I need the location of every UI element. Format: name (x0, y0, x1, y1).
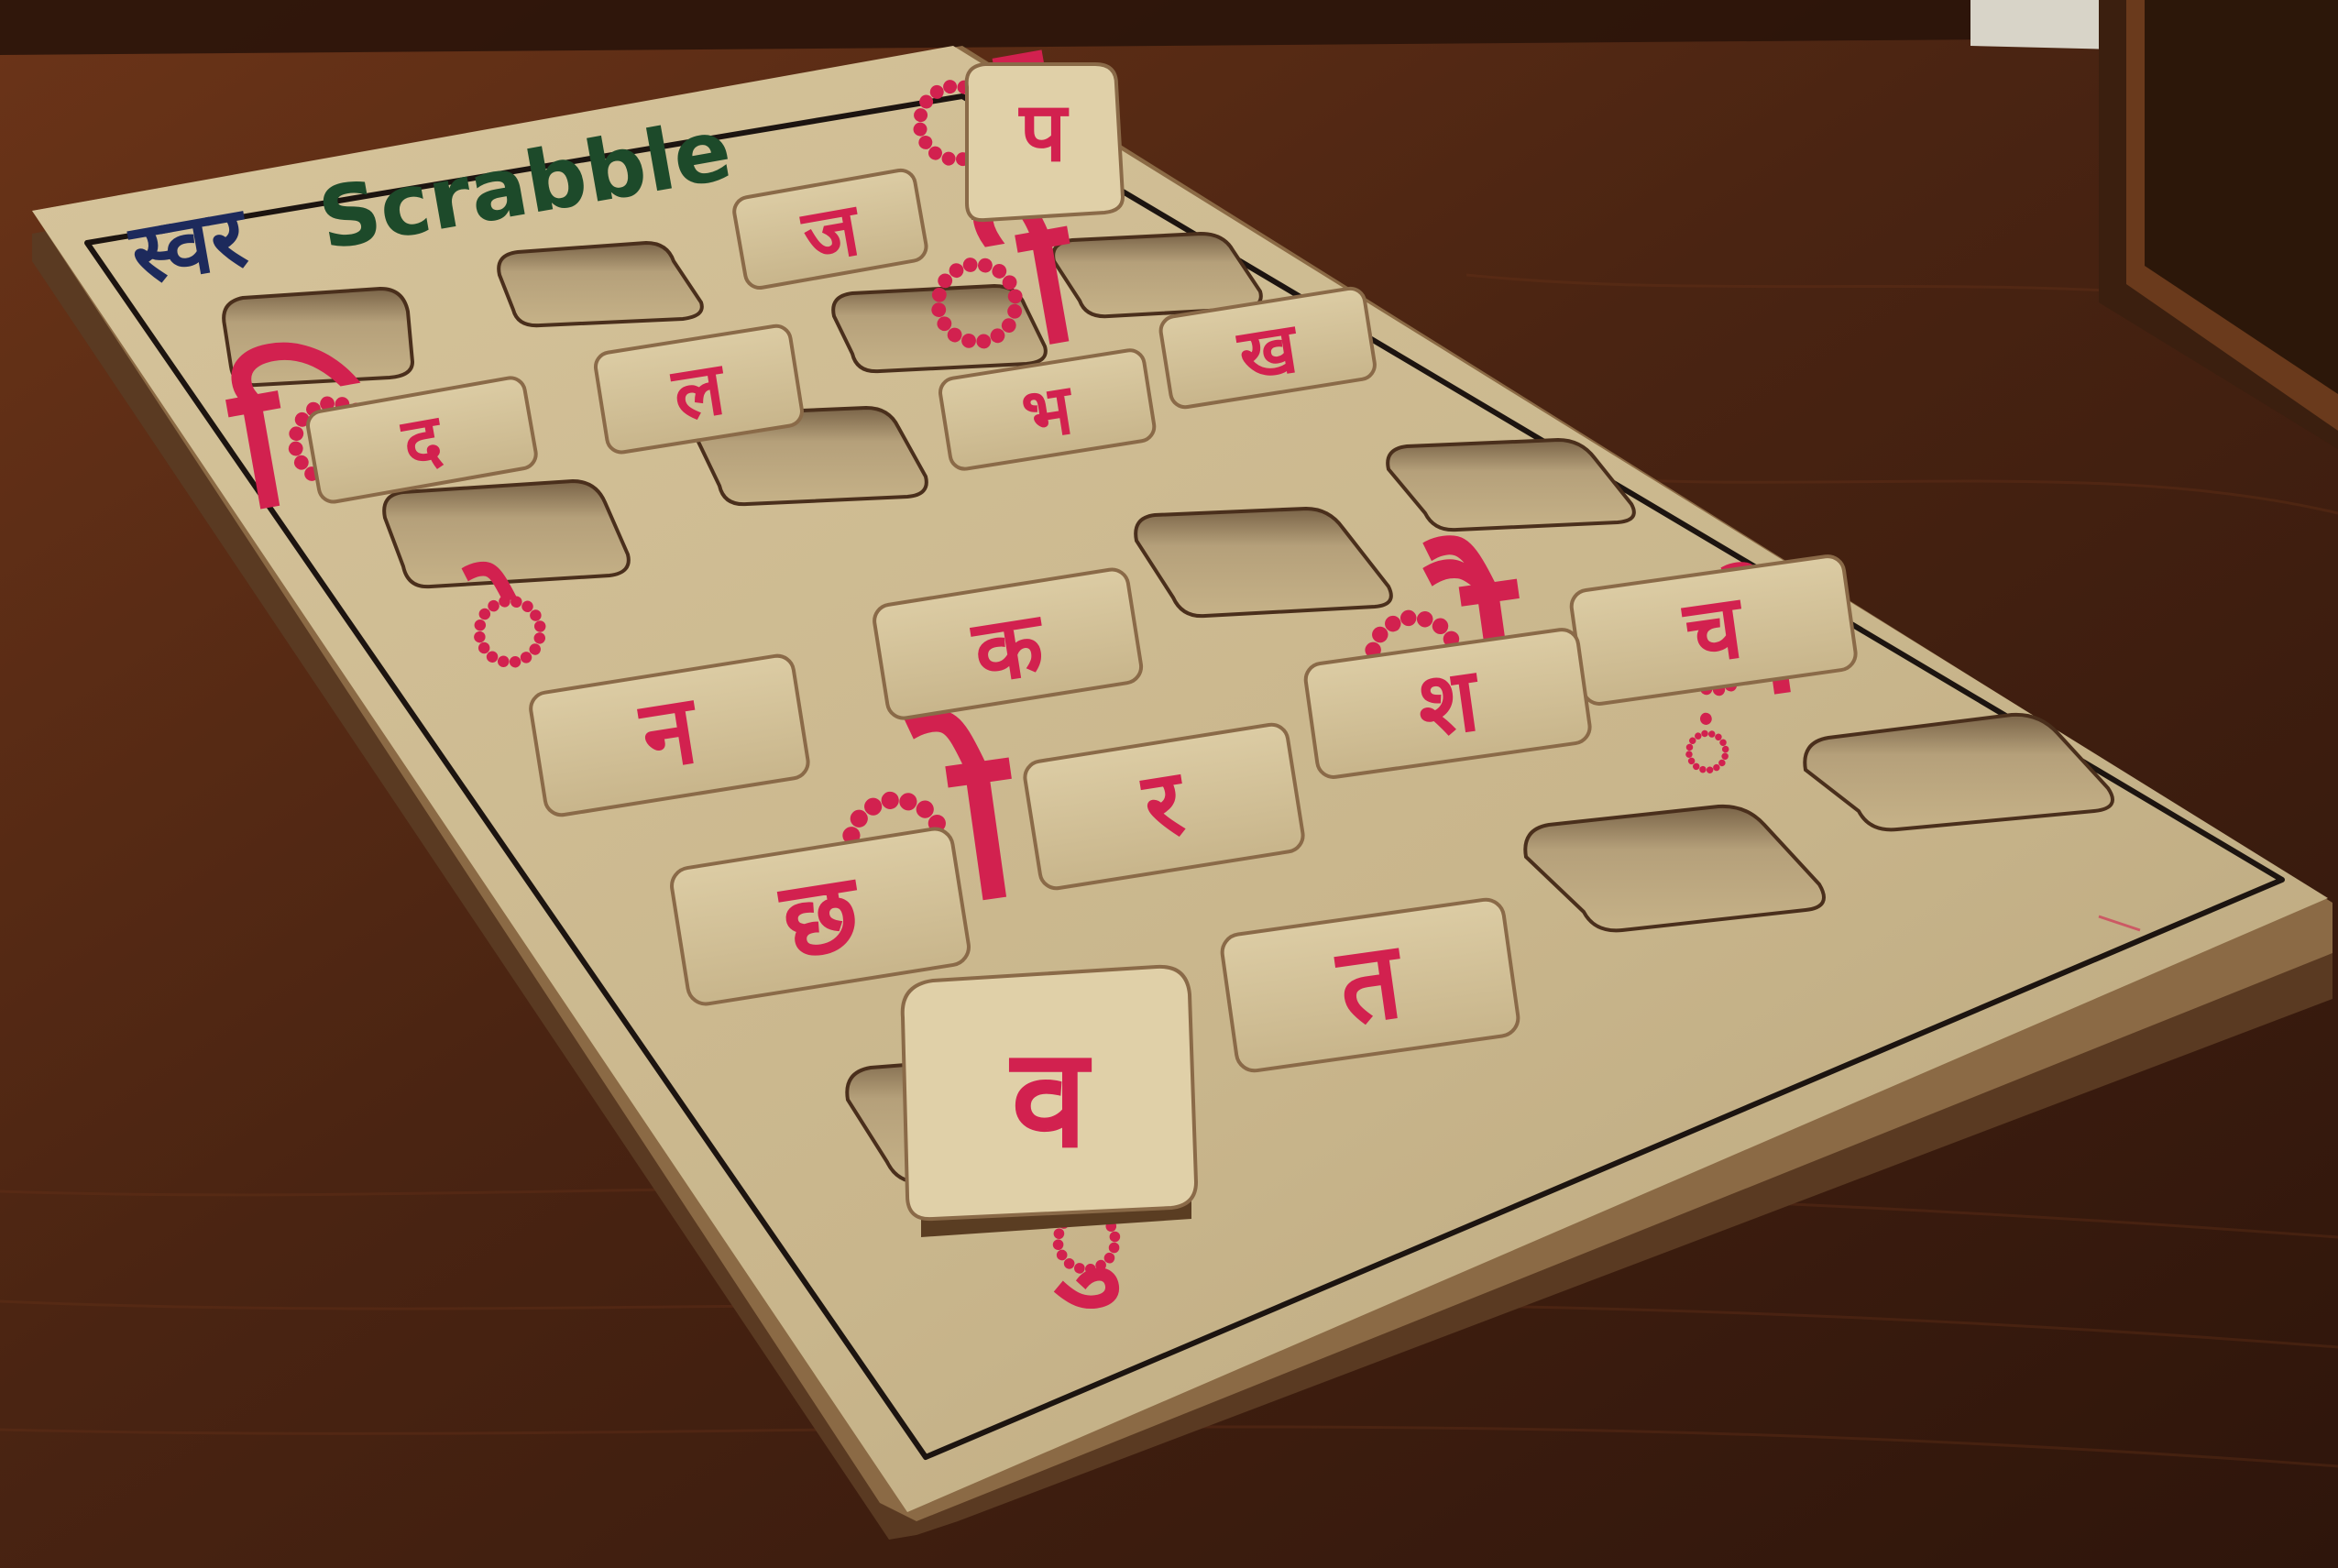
tile-va-standing[interactable]: व (900, 964, 1199, 1237)
title-hindi: स्वर (122, 187, 257, 304)
tile-letter: व (1008, 1019, 1092, 1179)
tile-pa-standing[interactable]: प (964, 62, 1125, 223)
photo-scene: स्वर Scrabble ी ि ौ ौ ो ा ु े ं ज (0, 0, 2338, 1568)
tile-letter: प (1017, 84, 1069, 181)
empty-slot (497, 240, 704, 328)
empty-slot (1051, 231, 1263, 319)
